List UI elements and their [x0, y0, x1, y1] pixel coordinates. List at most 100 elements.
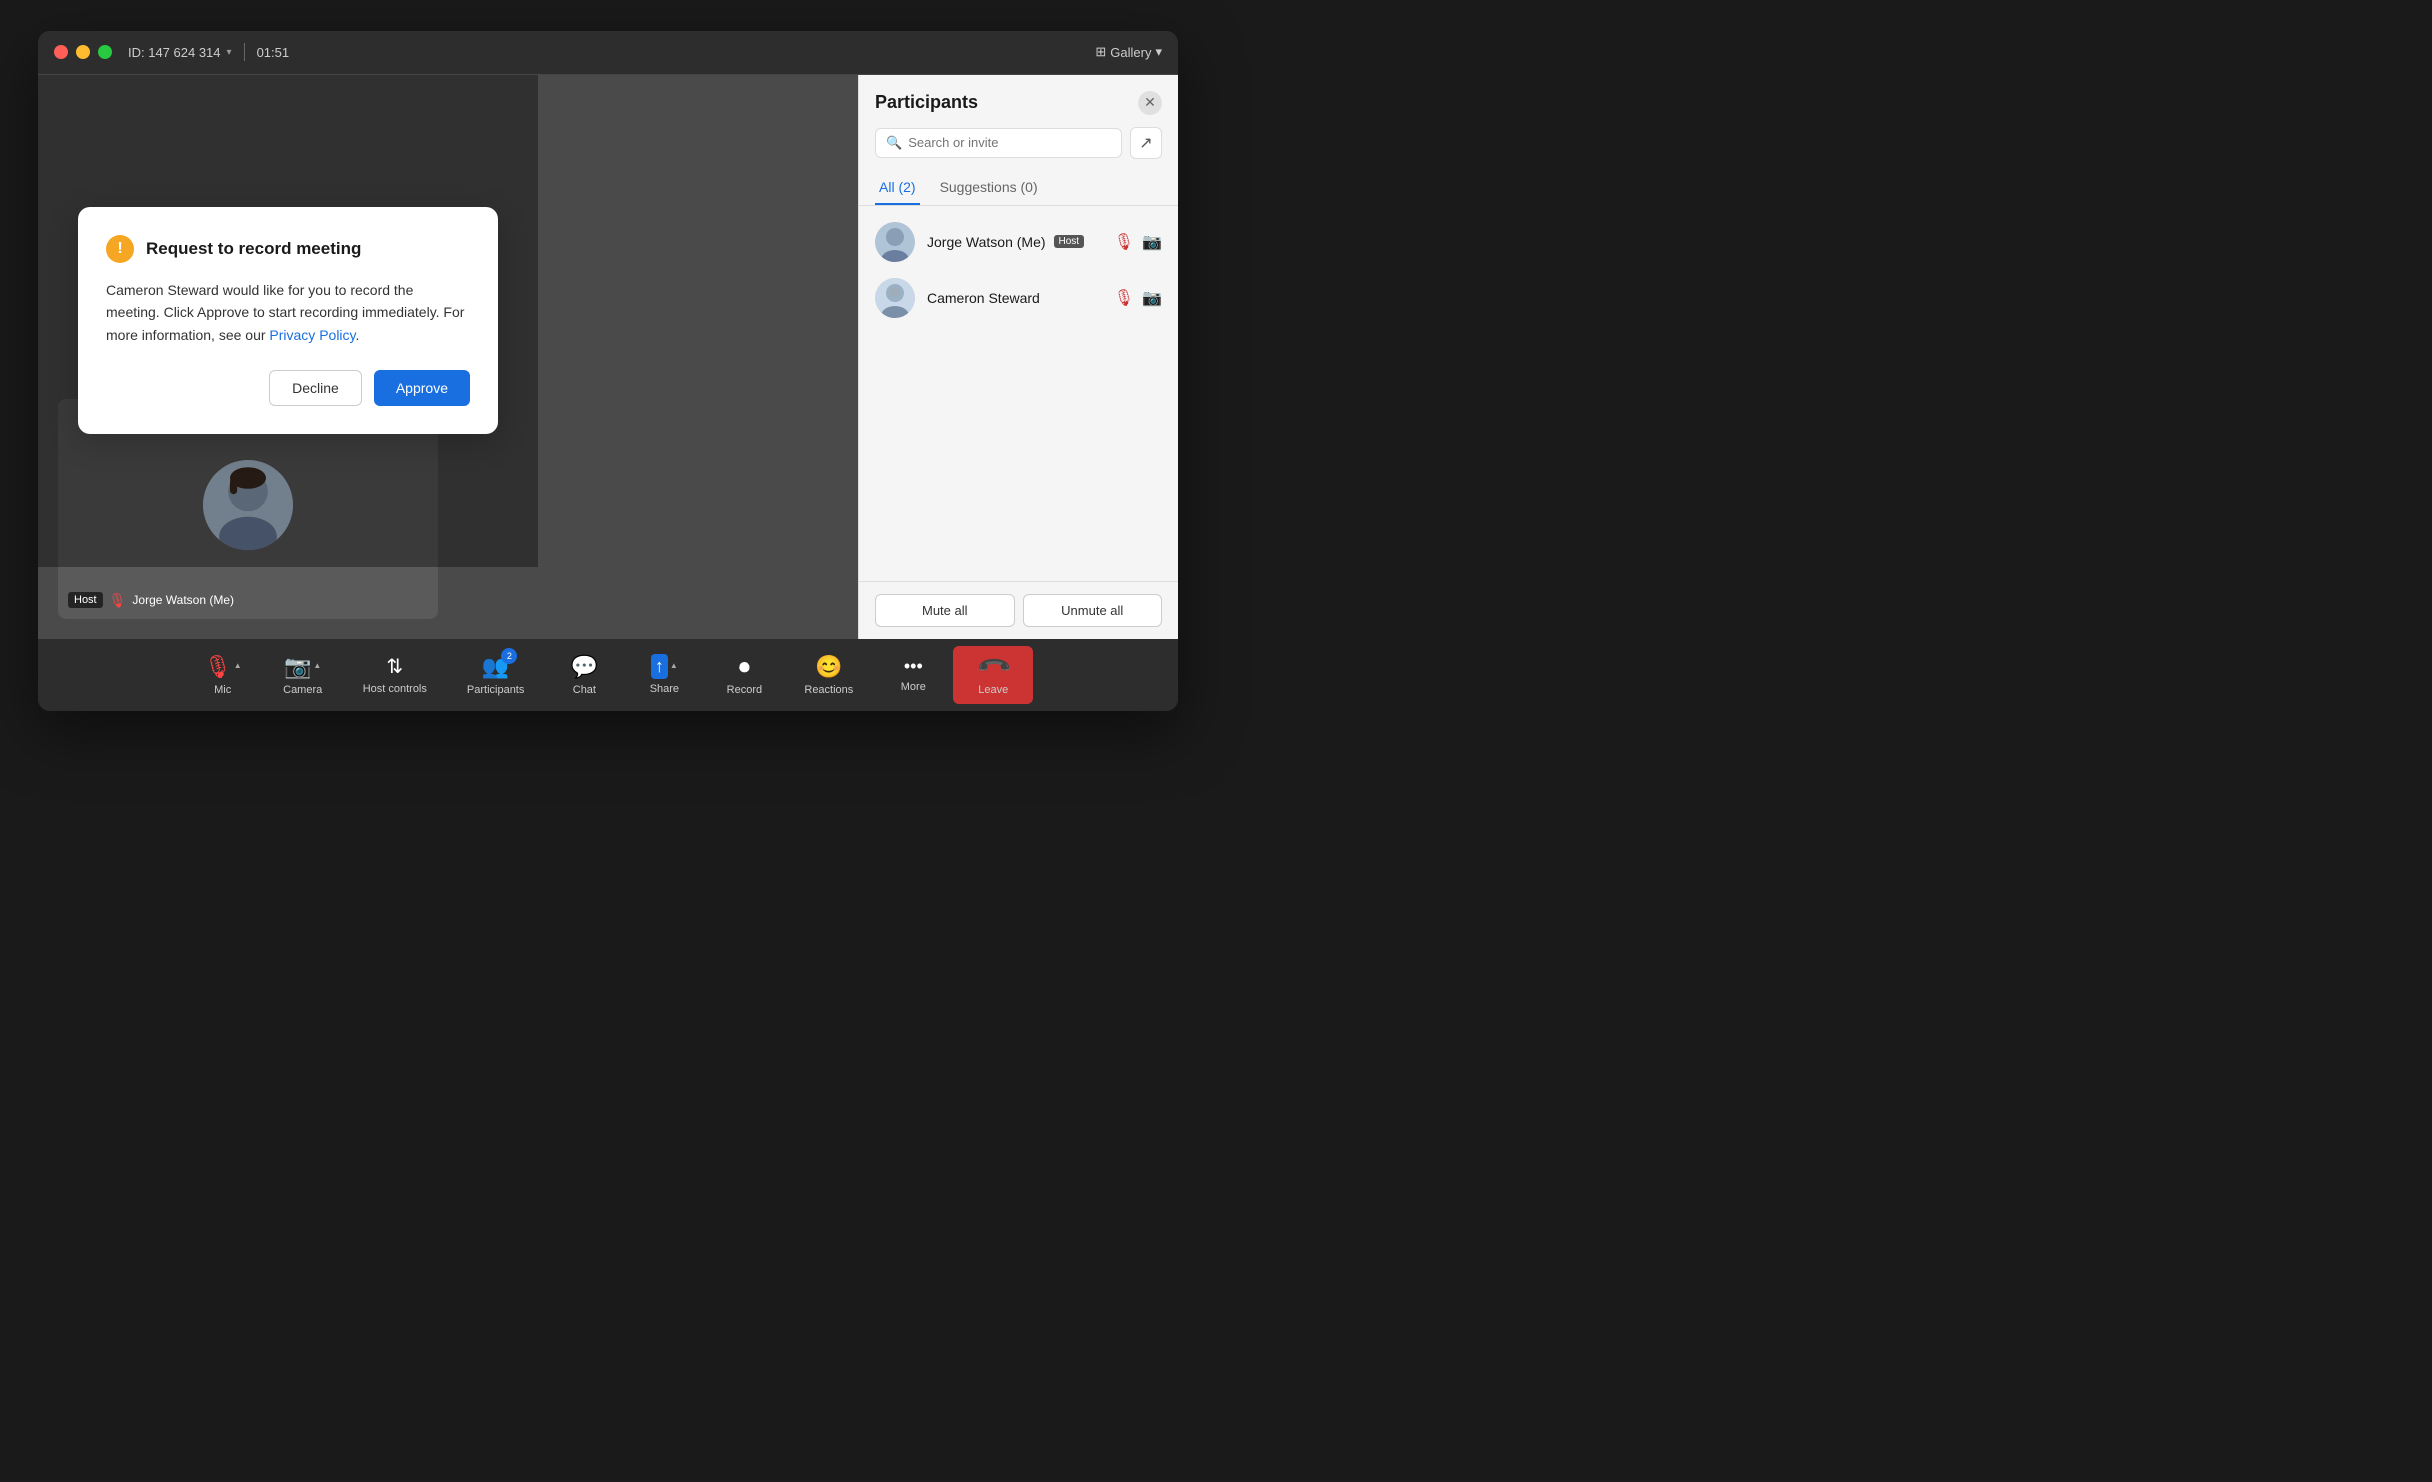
video-area: Host 🎙 Jorge Watson (Me) ! Request to re…	[38, 75, 858, 639]
mic-icon: 🎙	[204, 654, 232, 680]
record-icon: ⏺	[739, 654, 750, 680]
search-input-wrapper: 🔍	[875, 128, 1122, 158]
participants-label: Participants	[467, 684, 524, 696]
more-button[interactable]: ••• More	[873, 648, 953, 701]
host-controls-icon-area: ⇅	[386, 654, 403, 679]
modal-body: Cameron Steward would like for you to re…	[106, 279, 470, 346]
participants-list: Jorge Watson (Me) Host 🎙 📷	[859, 206, 1178, 581]
host-controls-button[interactable]: ⇅ Host controls	[343, 646, 447, 703]
participant-info: Cameron Steward	[927, 290, 1102, 306]
muted-cam-icon: 📷	[1142, 288, 1162, 308]
gallery-button[interactable]: ⊞ Gallery ▾	[1095, 44, 1162, 60]
modal-title: Request to record meeting	[146, 239, 361, 259]
close-sidebar-button[interactable]: ✕	[1138, 91, 1162, 115]
camera-button[interactable]: 📷 ▲ Camera	[263, 646, 343, 704]
participants-badge: 2	[501, 648, 517, 664]
host-controls-icon: ⇅	[386, 654, 403, 679]
mic-label: Mic	[214, 684, 231, 696]
chevron-up-icon: ▲	[670, 661, 678, 670]
participant-icons: 🎙 📷	[1114, 232, 1162, 252]
camera-icon: 📷	[284, 654, 311, 680]
chevron-up-icon: ▲	[234, 661, 242, 670]
record-label: Record	[727, 684, 762, 696]
separator	[244, 43, 245, 61]
avatar	[875, 278, 915, 318]
record-request-modal: ! Request to record meeting Cameron Stew…	[78, 207, 498, 434]
participants-panel: Participants ✕ 🔍 ↗ All (2) Suggestions (…	[858, 75, 1178, 639]
toolbar: 🎙 ▲ Mic 📷 ▲ Camera ⇅ Host controls 👥 2	[38, 639, 1178, 711]
muted-mic-icon: 🎙	[1114, 288, 1134, 308]
leave-icon-area: 📞	[980, 654, 1007, 680]
approve-button[interactable]: Approve	[374, 370, 470, 406]
gallery-icon: ⊞	[1095, 44, 1106, 60]
tab-suggestions[interactable]: Suggestions (0)	[936, 171, 1042, 205]
video-label: Host 🎙 Jorge Watson (Me)	[68, 592, 234, 609]
sidebar-header: Participants ✕	[859, 75, 1178, 115]
share-button[interactable]: ↑ ▲ Share	[624, 646, 704, 703]
participant-name: Cameron Steward	[927, 290, 1102, 306]
search-icon: 🔍	[886, 135, 902, 151]
search-input[interactable]	[908, 135, 1111, 150]
chat-icon-area: 💬	[571, 654, 598, 680]
meeting-id: ID: 147 624 314 ▾	[128, 45, 232, 60]
decline-button[interactable]: Decline	[269, 370, 362, 406]
avatar	[875, 222, 915, 262]
participants-button[interactable]: 👥 2 Participants	[447, 646, 544, 704]
chat-button[interactable]: 💬 Chat	[544, 646, 624, 704]
modal-header: ! Request to record meeting	[106, 235, 470, 263]
host-tag: Host	[1054, 235, 1085, 248]
tab-all[interactable]: All (2)	[875, 171, 920, 205]
main-content: Host 🎙 Jorge Watson (Me) ! Request to re…	[38, 75, 1178, 639]
chevron-down-icon[interactable]: ▾	[227, 47, 232, 58]
record-button[interactable]: ⏺ Record	[704, 646, 784, 704]
muted-cam-icon: 📷	[1142, 232, 1162, 252]
camera-label: Camera	[283, 684, 322, 696]
reactions-icon-area: 😊	[815, 654, 842, 680]
record-icon-area: ⏺	[739, 654, 750, 680]
mic-icon-area: 🎙 ▲	[204, 654, 242, 680]
minimize-traffic-light[interactable]	[76, 45, 90, 59]
search-container: 🔍 ↗	[859, 115, 1178, 171]
tabs: All (2) Suggestions (0)	[859, 171, 1178, 206]
participant-info: Jorge Watson (Me) Host	[927, 234, 1102, 250]
chevron-down-icon: ▾	[1155, 44, 1162, 60]
host-badge: Host	[68, 592, 103, 608]
more-icon: •••	[904, 656, 923, 677]
chat-icon: 💬	[571, 654, 598, 680]
sidebar-title: Participants	[875, 92, 978, 113]
chevron-up-icon: ▲	[313, 661, 321, 670]
modal-buttons: Decline Approve	[106, 370, 470, 406]
modal-overlay: ! Request to record meeting Cameron Stew…	[38, 75, 538, 567]
video-participant-name: Jorge Watson (Me)	[132, 593, 234, 607]
meeting-timer: 01:51	[257, 45, 290, 60]
share-icon: ↗	[1139, 133, 1152, 153]
participant-row: Cameron Steward 🎙 📷	[859, 270, 1178, 326]
host-controls-label: Host controls	[363, 683, 427, 695]
share-label: Share	[650, 683, 679, 695]
camera-icon-area: 📷 ▲	[284, 654, 321, 680]
reactions-icon: 😊	[815, 654, 842, 680]
sidebar-footer: Mute all Unmute all	[859, 581, 1178, 639]
privacy-policy-link[interactable]: Privacy Policy	[269, 327, 355, 343]
reactions-button[interactable]: 😊 Reactions	[784, 646, 873, 704]
muted-mic-icon: 🎙	[109, 592, 127, 609]
participant-icons: 🎙 📷	[1114, 288, 1162, 308]
share-icon-area: ↑ ▲	[651, 654, 678, 679]
invite-share-button[interactable]: ↗	[1130, 127, 1162, 159]
participant-row: Jorge Watson (Me) Host 🎙 📷	[859, 214, 1178, 270]
participant-name: Jorge Watson (Me) Host	[927, 234, 1102, 250]
mic-button[interactable]: 🎙 ▲ Mic	[183, 646, 263, 704]
chat-label: Chat	[573, 684, 596, 696]
participants-icon-area: 👥 2	[482, 654, 509, 680]
muted-mic-icon: 🎙	[1114, 232, 1134, 252]
close-traffic-light[interactable]	[54, 45, 68, 59]
mute-all-button[interactable]: Mute all	[875, 594, 1015, 627]
title-bar: ID: 147 624 314 ▾ 01:51 ⊞ Gallery ▾	[38, 31, 1178, 75]
share-icon: ↑	[651, 654, 668, 679]
fullscreen-traffic-light[interactable]	[98, 45, 112, 59]
unmute-all-button[interactable]: Unmute all	[1023, 594, 1163, 627]
traffic-lights	[54, 45, 112, 59]
leave-button[interactable]: 📞 Leave	[953, 646, 1033, 704]
more-icon-area: •••	[904, 656, 923, 677]
more-label: More	[901, 681, 926, 693]
